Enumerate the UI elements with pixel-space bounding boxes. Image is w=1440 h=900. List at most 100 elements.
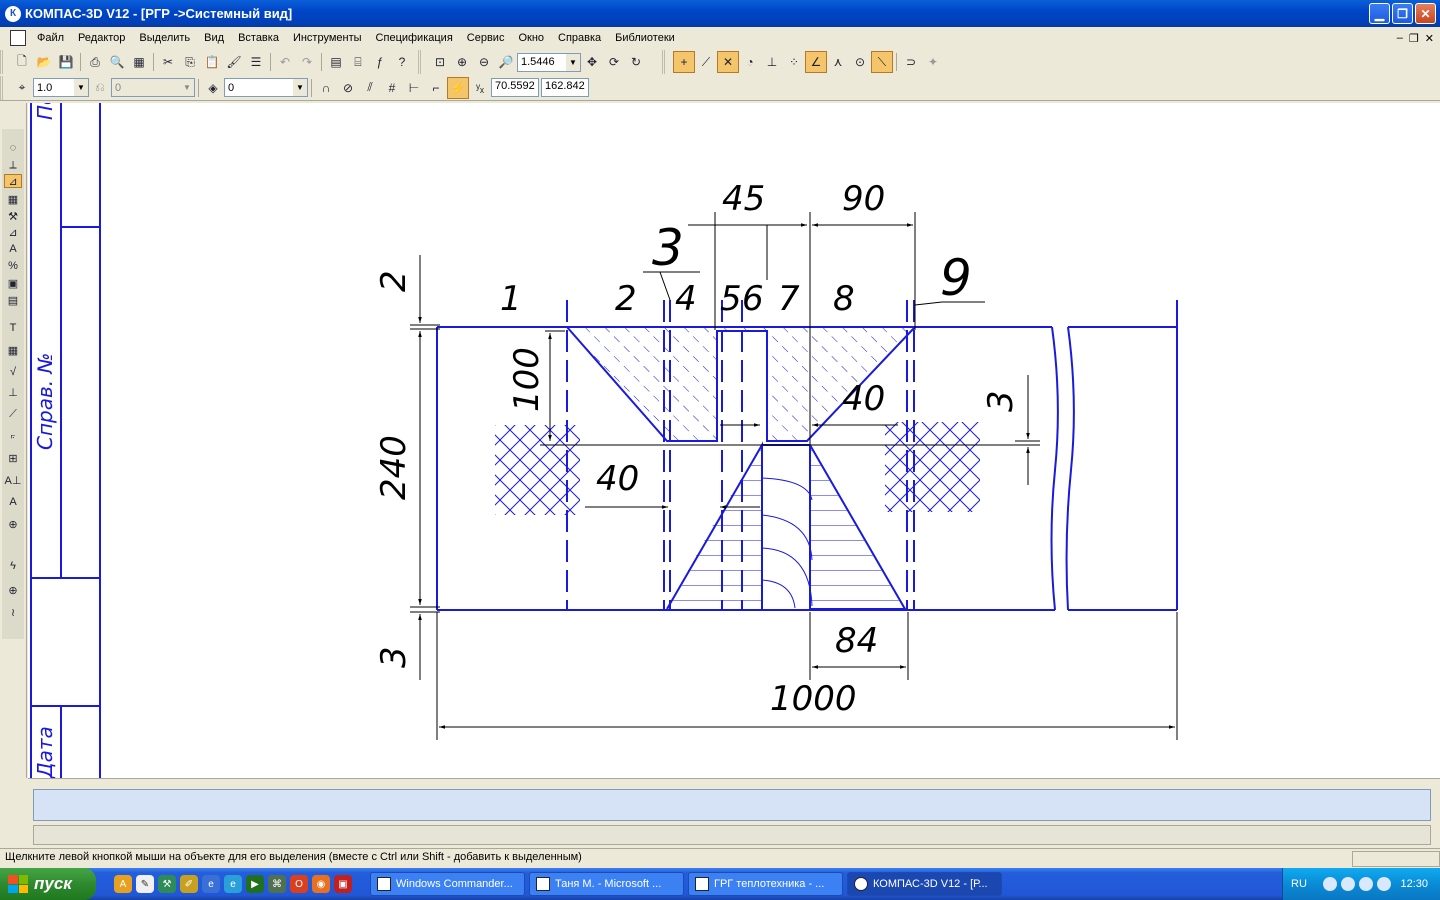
ortho-mode-icon[interactable]: ⌐ — [425, 77, 447, 99]
minimize-button[interactable]: ▁ — [1369, 3, 1390, 24]
property-panel-content[interactable] — [33, 789, 1431, 821]
editing-icon[interactable]: ▦ — [4, 192, 22, 206]
open-file-icon[interactable]: 📂 — [33, 51, 55, 73]
base-icon[interactable]: ⊥ — [4, 385, 22, 399]
variables-icon[interactable]: ƒ — [369, 51, 391, 73]
snap-midpoint-icon[interactable]: ⟋ — [695, 51, 717, 73]
undo-icon[interactable]: ↶ — [274, 51, 296, 73]
help-cursor-icon[interactable]: ? — [391, 51, 413, 73]
snap-tangent-icon[interactable]: ◔ — [739, 51, 761, 73]
zoom-out-icon[interactable]: ⊖ — [473, 51, 495, 73]
tolerance-icon[interactable]: ⊞ — [4, 451, 22, 465]
drawing-canvas[interactable]: Справ. № Подп. Дата — [28, 103, 1440, 778]
task-word2[interactable]: ГРГ теплотехника - ... — [688, 872, 843, 896]
snap-point-on-curve-icon[interactable]: ⋏ — [827, 51, 849, 73]
axis-icon[interactable]: ⊕ — [4, 583, 22, 597]
tree-icon[interactable]: ⌸ — [347, 51, 369, 73]
quicklaunch-opera-icon[interactable]: O — [290, 875, 308, 893]
save-icon[interactable]: 💾 — [55, 51, 77, 73]
new-file-icon[interactable]: 🗋 — [11, 51, 33, 73]
reports-icon[interactable]: ▤ — [4, 293, 22, 307]
break-line-icon[interactable]: ≀ — [4, 605, 22, 619]
restore-button[interactable]: ❐ — [1392, 3, 1413, 24]
snap-center-icon[interactable]: ⊙ — [849, 51, 871, 73]
wave-line-icon[interactable]: ϟ — [4, 559, 22, 573]
copy-icon[interactable]: ⎘ — [179, 51, 201, 73]
snap-magnet-icon[interactable]: ⊃ — [900, 51, 922, 73]
mdi-close-icon[interactable]: ✕ — [1425, 32, 1434, 45]
zoom-scale-icon[interactable]: 🔎 — [495, 51, 517, 73]
close-button[interactable]: ✕ — [1415, 3, 1436, 24]
snap-intersection-icon[interactable]: ✕ — [717, 51, 739, 73]
tray-arrow-icon[interactable] — [1322, 877, 1337, 891]
table-icon[interactable]: ▦ — [4, 343, 22, 357]
cut-icon[interactable]: ✂ — [157, 51, 179, 73]
format-brush-icon[interactable]: 🖌 — [223, 51, 245, 73]
cursor-coords-icon[interactable]: ʸₓ — [469, 77, 491, 99]
selection-icon[interactable]: A — [4, 242, 22, 256]
print-icon[interactable]: ⎙ — [84, 51, 106, 73]
leader-icon[interactable]: ⟋ — [4, 407, 22, 421]
refresh-icon[interactable]: ↻ — [625, 51, 647, 73]
quicklaunch-ie2-icon[interactable]: e — [224, 875, 242, 893]
manager-icon[interactable]: ▦ — [128, 51, 150, 73]
quicklaunch-pencil-icon[interactable]: ✐ — [180, 875, 198, 893]
axes-icon[interactable]: ⊢ — [403, 77, 425, 99]
tray-network-icon[interactable] — [1340, 877, 1355, 891]
menu-specification[interactable]: Спецификация — [369, 32, 460, 44]
line-scale-combo[interactable]: 1.0 ▼ — [33, 78, 89, 97]
magnet-icon[interactable]: ∩ — [315, 77, 337, 99]
tray-security-icon[interactable] — [1376, 877, 1391, 891]
menu-file[interactable]: Файл — [30, 32, 71, 44]
parametrization-icon[interactable]: ⚒ — [4, 209, 22, 223]
chevron-down-icon[interactable]: ▼ — [180, 79, 194, 96]
quicklaunch-app-icon[interactable]: A — [114, 875, 132, 893]
coord-x-field[interactable]: 70.5592 — [491, 78, 539, 97]
menu-tools[interactable]: Инструменты — [286, 32, 369, 44]
zoom-combo[interactable]: 1.5446 ▼ — [517, 52, 581, 72]
grid-icon[interactable]: # — [381, 77, 403, 99]
start-button[interactable]: пуск — [0, 868, 96, 900]
task-kompas[interactable]: КОМПАС-3D V12 - [Р... — [847, 872, 1002, 896]
quicklaunch-tool-icon[interactable]: ⚒ — [158, 875, 176, 893]
menu-service[interactable]: Сервис — [460, 32, 512, 44]
chevron-down-icon[interactable]: ▼ — [74, 79, 88, 96]
text-icon[interactable]: T — [4, 321, 22, 335]
menu-libraries[interactable]: Библиотеки — [608, 32, 682, 44]
redraw-icon[interactable]: ⟳ — [603, 51, 625, 73]
chevron-down-icon[interactable]: ▼ — [293, 79, 307, 96]
orthogonal-icon[interactable]: ⫽ — [359, 77, 381, 99]
round-icon[interactable]: ⚡ — [447, 76, 469, 99]
zoom-window-icon[interactable]: ⊡ — [429, 51, 451, 73]
preview-icon[interactable]: 🔍 — [106, 51, 128, 73]
center-mark-icon[interactable]: ⊕ — [4, 517, 22, 531]
zoom-in-icon[interactable]: ⊕ — [451, 51, 473, 73]
coord-y-field[interactable]: 162.842 — [541, 78, 589, 97]
layers-icon[interactable]: ▤ — [325, 51, 347, 73]
view-arrow-icon[interactable]: A — [4, 495, 22, 509]
designations-icon[interactable]: ⊿ — [4, 174, 22, 188]
quicklaunch-firefox-icon[interactable]: ◉ — [312, 875, 330, 893]
spec-icon[interactable]: ▣ — [4, 276, 22, 290]
quicklaunch-media-icon[interactable]: ▶ — [246, 875, 264, 893]
pan-icon[interactable]: ✥ — [581, 51, 603, 73]
menu-editor[interactable]: Редактор — [71, 32, 132, 44]
property-panel-tabs[interactable] — [33, 825, 1431, 845]
snap-normal-icon[interactable]: ⊥ — [761, 51, 783, 73]
snap-off-icon[interactable]: ⊘ — [337, 77, 359, 99]
menu-view[interactable]: Вид — [197, 32, 231, 44]
geometry-icon[interactable]: ◌ — [4, 141, 22, 155]
menu-help[interactable]: Справка — [551, 32, 608, 44]
chevron-down-icon[interactable]: ▼ — [566, 53, 580, 71]
quicklaunch-save-icon[interactable]: ▣ — [334, 875, 352, 893]
mdi-minimize-icon[interactable]: – — [1397, 32, 1403, 45]
layer-combo[interactable]: 0 ▼ — [224, 78, 308, 97]
position-leader-icon[interactable]: ⟔ — [4, 429, 22, 443]
properties-icon[interactable]: ☰ — [245, 51, 267, 73]
dimensions-icon[interactable]: ⟂ — [4, 158, 22, 172]
task-word[interactable]: Таня М. - Microsoft ... — [529, 872, 684, 896]
snap-angle-icon[interactable]: ∠ — [805, 51, 827, 73]
local-cs-icon[interactable]: ⌖ — [11, 77, 33, 99]
snap-settings-icon[interactable]: ✦ — [922, 51, 944, 73]
associative-view-icon[interactable]: % — [4, 259, 22, 273]
